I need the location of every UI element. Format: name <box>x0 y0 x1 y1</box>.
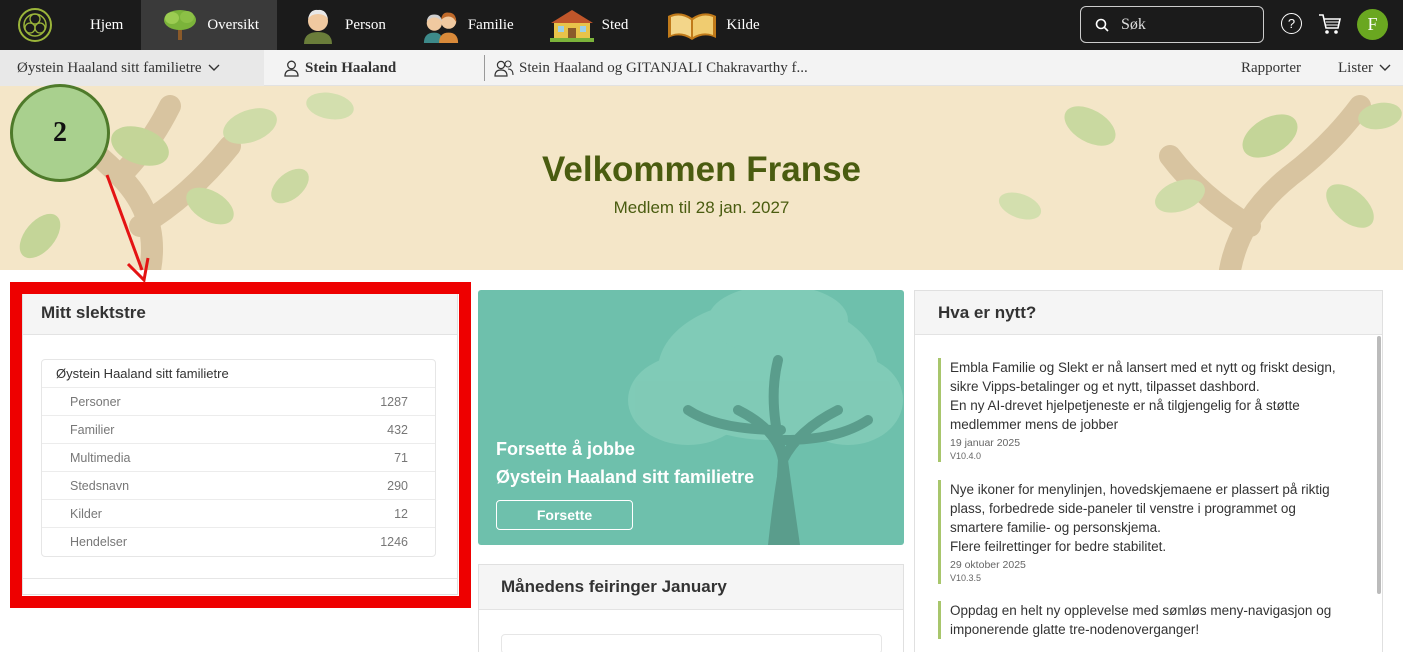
nav-label: Familie <box>467 16 514 33</box>
news-date: 19 januar 2025 <box>950 437 1021 449</box>
annotation-number-badge: 2 <box>10 84 110 182</box>
news-version: V10.3.5 <box>950 573 982 583</box>
cart-icon[interactable] <box>1318 12 1342 41</box>
app-logo-icon[interactable] <box>0 0 70 50</box>
celebrations-title: Månedens feiringer January <box>479 565 903 610</box>
search-placeholder: Søk <box>1121 15 1146 33</box>
family-icon <box>494 59 514 77</box>
promo-line-2: Øystein Haaland sitt familietre <box>496 467 755 487</box>
welcome-title: Velkommen Franse <box>541 150 862 189</box>
active-person-name: Stein Haaland <box>305 59 397 76</box>
news-item: Embla Familie og Slekt er nå lansert med… <box>938 358 1350 462</box>
annotation-arrow <box>105 174 150 284</box>
tree-selector[interactable]: Øystein Haaland sitt familietre <box>0 50 264 86</box>
celebrations-list <box>501 634 882 652</box>
reports-label: Rapporter <box>1241 59 1301 76</box>
news-text: Nye ikoner for menylinjen, hovedskjemaen… <box>950 482 1330 535</box>
nav-hjem[interactable]: Hjem <box>70 0 141 50</box>
reports-menu[interactable]: Rapporter <box>1241 50 1301 86</box>
sub-nav-bar: Øystein Haaland sitt familietre Stein Ha… <box>0 50 1403 86</box>
news-item: Nye ikoner for menylinjen, hovedskjemaen… <box>938 480 1350 584</box>
news-scrollbar[interactable] <box>1377 336 1381 594</box>
nav-label: Oversikt <box>207 16 259 33</box>
person-icon <box>284 60 299 77</box>
house-icon <box>549 6 594 44</box>
lists-label: Lister <box>1338 59 1373 76</box>
promo-line-1: Forsette å jobbe <box>496 439 636 459</box>
chevron-down-icon <box>1379 64 1391 71</box>
search-icon <box>1095 18 1109 32</box>
nav-oversikt[interactable]: Oversikt <box>141 0 277 50</box>
news-text: Oppdag en helt ny opplevelse med sømløs … <box>950 603 1332 637</box>
lists-menu[interactable]: Lister <box>1338 50 1391 86</box>
welcome-banner: Velkommen Franse Medlem til 28 jan. 2027 <box>0 86 1403 270</box>
help-icon[interactable]: ? <box>1281 13 1302 34</box>
news-date: 29 oktober 2025 <box>950 559 1026 571</box>
nav-kilde[interactable]: Kilde <box>646 0 777 50</box>
annotation-highlight-box <box>10 282 471 608</box>
chevron-down-icon <box>208 64 220 71</box>
nav-label: Sted <box>601 16 629 33</box>
news-item: Oppdag en helt ny opplevelse med sømløs … <box>938 601 1350 639</box>
top-nav-bar: Hjem Oversikt Person Familie Sted Kilde … <box>0 0 1403 50</box>
divider <box>484 55 485 81</box>
active-family-name: Stein Haaland og GITANJALI Chakravarthy … <box>519 59 808 76</box>
news-text: En ny AI-drevet hjelpetjeneste er nå til… <box>950 398 1300 432</box>
continue-button[interactable]: Forsette <box>496 500 633 530</box>
family-portrait-icon <box>422 6 460 44</box>
celebrations-card: Månedens feiringer January <box>478 564 904 652</box>
nav-label: Kilde <box>726 16 760 33</box>
news-version: V10.4.0 <box>950 451 982 461</box>
tree-selector-label: Øystein Haaland sitt familietre <box>17 59 202 76</box>
active-family-link[interactable]: Stein Haaland og GITANJALI Chakravarthy … <box>494 50 808 86</box>
news-text: Flere feilrettinger for bedre stabilitet… <box>950 539 1167 554</box>
book-icon <box>666 6 718 44</box>
nav-label: Person <box>345 16 386 33</box>
nav-familie[interactable]: Familie <box>404 0 532 50</box>
search-input[interactable]: Søk <box>1080 6 1264 43</box>
active-person-link[interactable]: Stein Haaland <box>284 50 396 86</box>
nav-person[interactable]: Person <box>277 0 404 50</box>
membership-text: Medlem til 28 jan. 2027 <box>613 198 790 217</box>
nav-sted[interactable]: Sted <box>532 0 647 50</box>
person-portrait-icon <box>299 6 337 44</box>
user-avatar[interactable]: F <box>1357 9 1388 40</box>
nav-label: Hjem <box>90 16 124 33</box>
news-text: Embla Familie og Slekt er nå lansert med… <box>950 360 1336 394</box>
whats-new-card: Hva er nytt? Embla Familie og Slekt er n… <box>914 290 1383 652</box>
continue-work-card: Forsette å jobbe Øystein Haaland sitt fa… <box>478 290 904 545</box>
tree-icon <box>161 6 199 44</box>
whats-new-title: Hva er nytt? <box>915 291 1382 335</box>
